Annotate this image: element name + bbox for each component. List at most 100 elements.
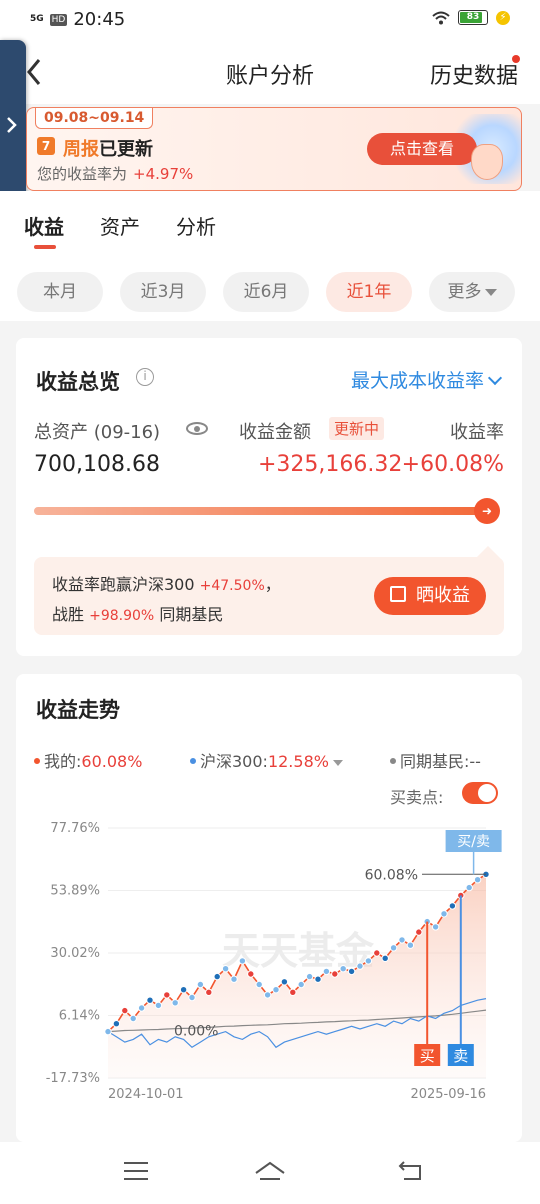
rocket-icon: ➜ bbox=[474, 498, 500, 524]
buy-sell-marker-label: 买/卖 bbox=[457, 834, 490, 850]
report-date-range: 09.08~09.14 bbox=[35, 108, 154, 129]
data-point bbox=[440, 910, 448, 918]
overview-title: 收益总览 bbox=[36, 370, 120, 394]
y-tick-label: 77.76% bbox=[50, 821, 100, 836]
period-1-year[interactable]: 近1年 bbox=[326, 272, 412, 312]
system-nav-bar bbox=[0, 1142, 540, 1204]
tab-analysis[interactable]: 分析 bbox=[176, 211, 216, 240]
period-selector: 本月 近3月 近6月 近1年 更多 bbox=[0, 251, 540, 321]
data-point bbox=[238, 957, 247, 965]
data-point bbox=[255, 980, 263, 989]
data-point bbox=[188, 993, 196, 1002]
info-icon[interactable]: i bbox=[136, 368, 154, 386]
data-point bbox=[129, 1014, 137, 1023]
data-point bbox=[146, 996, 154, 1004]
buy-sell-points-label: 买卖点: bbox=[390, 788, 444, 807]
data-point bbox=[221, 965, 230, 973]
legend-mine: 我的:60.08% bbox=[34, 748, 142, 772]
history-data-link[interactable]: 历史数据 bbox=[430, 58, 518, 90]
eye-icon[interactable] bbox=[186, 422, 208, 435]
data-point bbox=[473, 875, 482, 884]
buy-marker-label: 买 bbox=[420, 1047, 435, 1065]
data-point bbox=[112, 1020, 121, 1028]
network-indicator: 5G bbox=[30, 14, 44, 24]
data-point bbox=[154, 1001, 163, 1010]
weekly-report-banner[interactable]: 09.08~09.14 7 周报已更新 您的收益率为 +4.97% 点击查看 bbox=[26, 107, 522, 191]
profit-label: 收益金额 bbox=[239, 422, 311, 443]
view-report-button[interactable]: 点击查看 bbox=[367, 133, 477, 165]
trend-title: 收益走势 bbox=[36, 698, 120, 722]
sell-marker-label: 卖 bbox=[453, 1047, 468, 1065]
data-point bbox=[389, 944, 398, 952]
updating-badge: 更新中 bbox=[329, 417, 385, 440]
wifi-icon bbox=[432, 11, 450, 24]
data-point bbox=[347, 967, 356, 976]
data-point bbox=[171, 999, 179, 1007]
data-point bbox=[179, 986, 188, 994]
benchmark-comparison: 收益率跑赢沪深300 +47.50%， 战胜 +98.90% 同期基民 晒收益 bbox=[34, 557, 504, 635]
x-tick-label: 2025-09-16 bbox=[410, 1087, 486, 1102]
total-assets-label: 总资产 (09-16) bbox=[34, 422, 161, 443]
buy-sell-points-toggle[interactable] bbox=[462, 782, 498, 804]
status-bar: 5G HD 20:45 83 ⚡ bbox=[0, 0, 540, 40]
start-value-label: 0.00% bbox=[174, 1024, 218, 1040]
share-icon bbox=[390, 586, 406, 602]
charging-icon: ⚡ bbox=[496, 10, 510, 25]
data-point bbox=[137, 1004, 146, 1012]
rate-value: +60.08% bbox=[401, 452, 504, 477]
legend-hs300[interactable]: 沪深300:12.58% bbox=[190, 748, 343, 772]
data-point bbox=[280, 978, 289, 986]
report-headline: 周报已更新 bbox=[63, 139, 153, 160]
total-assets-value: 700,108.68 bbox=[34, 452, 160, 477]
earnings-trend-card: 收益走势 我的:60.08% 沪深300:12.58% 同期基民:-- 买卖点:… bbox=[16, 674, 522, 1142]
data-point bbox=[448, 902, 457, 910]
yield-progress-bar bbox=[34, 507, 484, 515]
data-point bbox=[205, 988, 213, 997]
data-point bbox=[289, 988, 297, 997]
period-this-month[interactable]: 本月 bbox=[17, 272, 103, 312]
report-subtext: 您的收益率为 +4.97% bbox=[37, 165, 194, 183]
dropdown-arrow-icon bbox=[332, 759, 343, 766]
share-earnings-button[interactable]: 晒收益 bbox=[374, 577, 486, 615]
data-point bbox=[104, 1027, 112, 1036]
pointing-hand-icon bbox=[471, 144, 503, 180]
rate-label: 收益率 bbox=[450, 422, 504, 443]
battery-icon: 83 bbox=[458, 10, 488, 25]
data-point bbox=[213, 972, 221, 981]
period-6-months[interactable]: 近6月 bbox=[223, 272, 309, 312]
tab-earnings[interactable]: 收益 bbox=[24, 211, 64, 240]
earnings-overview-card: 收益总览 i 最大成本收益率 总资产 (09-16) 收益金额 更新中 收益率 … bbox=[16, 338, 522, 656]
data-point bbox=[121, 1006, 129, 1015]
y-tick-label: -17.73% bbox=[46, 1071, 100, 1086]
y-tick-label: 53.89% bbox=[50, 883, 100, 898]
back-icon[interactable] bbox=[398, 1161, 424, 1181]
data-point bbox=[272, 986, 280, 994]
data-point bbox=[465, 883, 473, 892]
compare-line-peers: 战胜 +98.90% 同期基民 bbox=[52, 605, 224, 624]
recent-apps-icon[interactable] bbox=[124, 1162, 148, 1186]
compare-line-hs300: 收益率跑赢沪深300 +47.50%， bbox=[52, 575, 281, 594]
data-point bbox=[364, 957, 373, 965]
chevron-right-icon bbox=[7, 117, 17, 133]
data-point bbox=[314, 975, 322, 983]
data-point bbox=[263, 991, 272, 999]
data-point bbox=[163, 991, 171, 999]
data-point bbox=[322, 967, 331, 976]
y-tick-label: 30.02% bbox=[50, 946, 100, 961]
tab-assets[interactable]: 资产 bbox=[100, 211, 140, 240]
legend-peers: 同期基民:-- bbox=[390, 748, 481, 772]
active-tab-indicator bbox=[34, 245, 56, 249]
calendar-icon: 7 bbox=[37, 137, 55, 155]
period-3-months[interactable]: 近3月 bbox=[120, 272, 206, 312]
hd-badge: HD bbox=[49, 13, 68, 26]
data-point bbox=[415, 928, 423, 936]
data-point bbox=[406, 941, 415, 949]
home-icon[interactable] bbox=[254, 1161, 286, 1181]
earnings-trend-chart[interactable]: 天天基金77.76%53.89%30.02%6.14%-17.73%2024-1… bbox=[16, 814, 522, 1114]
y-tick-label: 6.14% bbox=[59, 1009, 100, 1024]
clock: 20:45 bbox=[73, 9, 126, 30]
data-point bbox=[356, 962, 364, 970]
data-point bbox=[398, 936, 406, 944]
period-more[interactable]: 更多 bbox=[429, 272, 515, 312]
yield-mode-selector[interactable]: 最大成本收益率 bbox=[351, 366, 503, 393]
